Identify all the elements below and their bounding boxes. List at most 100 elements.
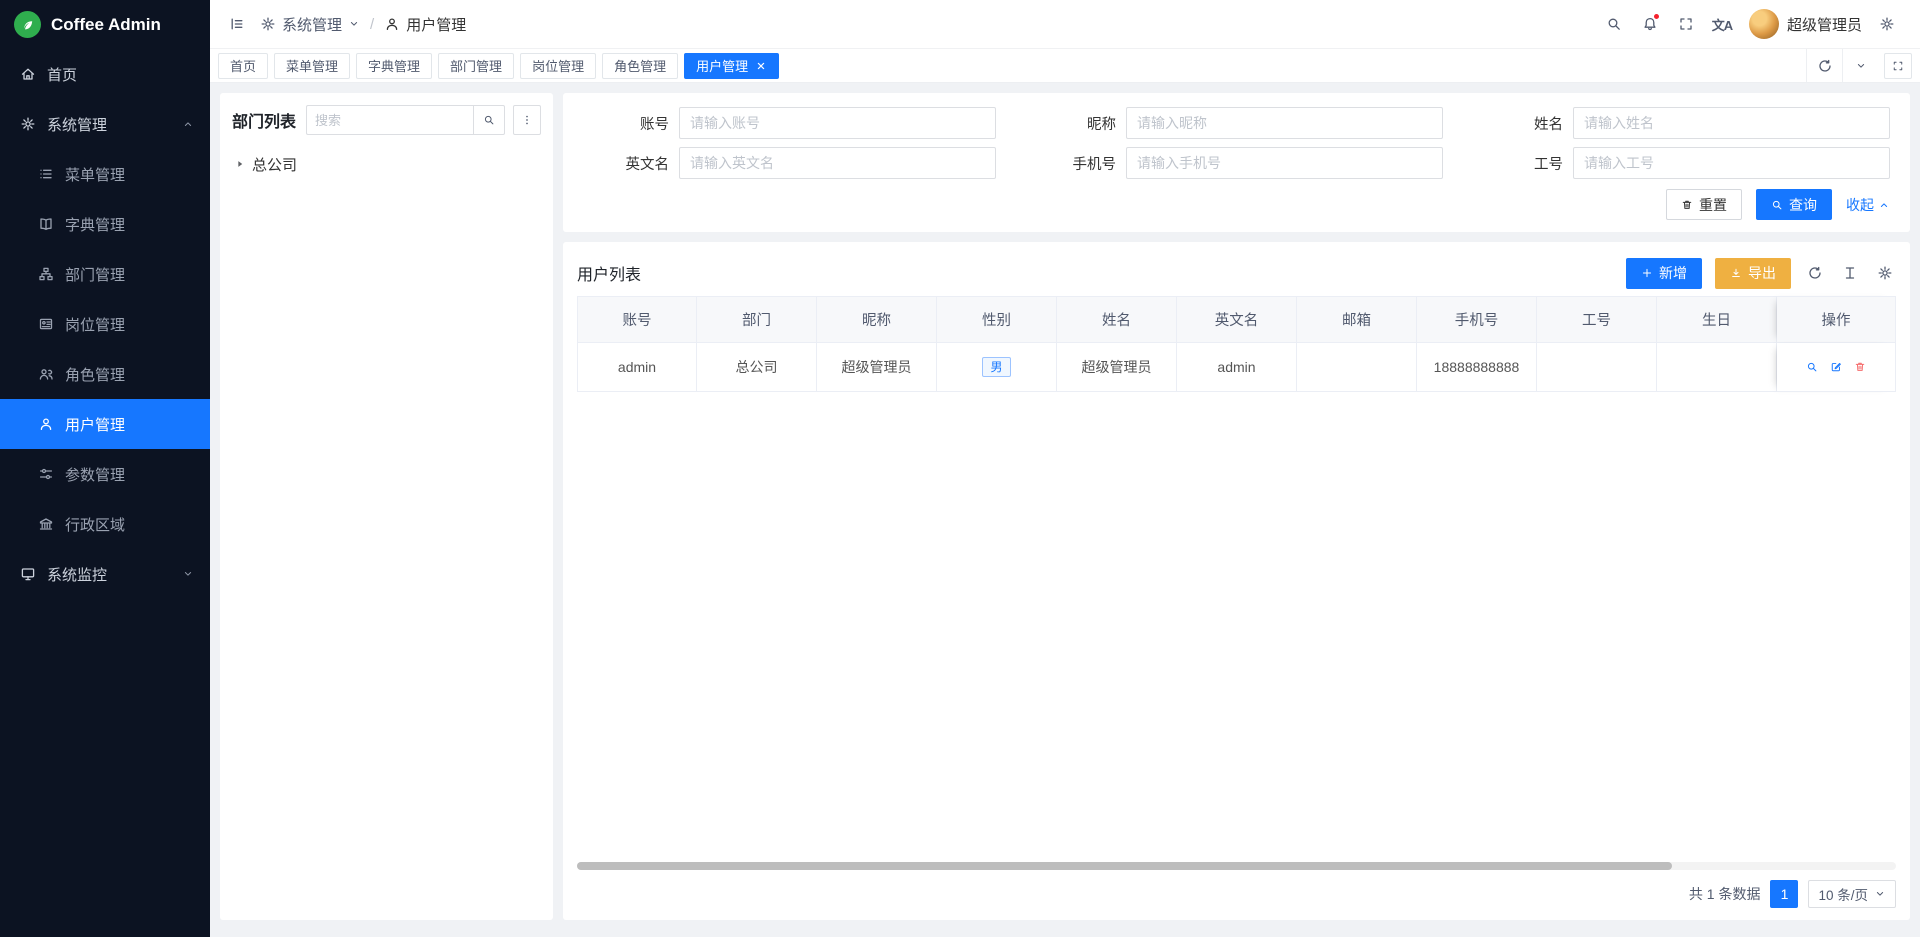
column-settings-button[interactable]	[1874, 265, 1896, 281]
fullscreen-button[interactable]	[1669, 7, 1703, 41]
content-fullscreen-button[interactable]	[1884, 53, 1912, 79]
tree-expand-icon[interactable]	[234, 158, 246, 170]
page-button-1[interactable]: 1	[1770, 880, 1798, 908]
search-icon	[1606, 16, 1622, 32]
view-row-button[interactable]	[1806, 361, 1818, 373]
search-icon	[483, 114, 495, 126]
breadcrumb-system-management[interactable]: 系统管理	[260, 14, 360, 35]
sidebar-item-menu-management[interactable]: 菜单管理	[0, 149, 210, 199]
tab-menu-management[interactable]: 菜单管理	[274, 53, 350, 79]
sidebar-item-label: 系统监控	[47, 564, 107, 585]
tab-dept-management[interactable]: 部门管理	[438, 53, 514, 79]
current-username[interactable]: 超级管理员	[1787, 14, 1862, 35]
scrollbar-thumb[interactable]	[577, 862, 1672, 870]
tab-close-icon[interactable]	[755, 60, 767, 72]
work-no-input[interactable]	[1573, 147, 1890, 179]
page-size-select[interactable]: 10 条/页	[1808, 880, 1896, 908]
query-button[interactable]: 查询	[1756, 189, 1832, 220]
sidebar-item-dict-management[interactable]: 字典管理	[0, 199, 210, 249]
settings-button[interactable]	[1870, 7, 1904, 41]
notification-dot	[1653, 13, 1660, 20]
department-search-button[interactable]	[473, 105, 505, 135]
sidebar-menu: 首页 系统管理 菜单管理 字典管理 部门管理 岗位管理 角色管理	[0, 49, 210, 937]
horizontal-scrollbar[interactable]	[577, 862, 1896, 870]
column-header: 生日	[1657, 296, 1777, 343]
menu-fold-icon	[229, 16, 245, 32]
collapse-sidebar-button[interactable]	[220, 7, 254, 41]
trash-icon	[1681, 199, 1693, 211]
edit-row-button[interactable]	[1830, 361, 1842, 373]
total-count-text: 共 1 条数据	[1689, 884, 1761, 904]
tab-role-management[interactable]: 角色管理	[602, 53, 678, 79]
gear-icon	[1877, 265, 1893, 281]
user-list-card: 用户列表 新增 导出	[563, 242, 1910, 920]
field-label: 工号	[1477, 153, 1573, 174]
refresh-tab-button[interactable]	[1806, 49, 1842, 82]
sidebar-item-user-management[interactable]: 用户管理	[0, 399, 210, 449]
tab-dict-management[interactable]: 字典管理	[356, 53, 432, 79]
add-user-button[interactable]: 新增	[1626, 258, 1702, 289]
cell-phone: 18888888888	[1417, 343, 1537, 392]
notifications-button[interactable]	[1633, 7, 1667, 41]
reset-button[interactable]: 重置	[1666, 189, 1742, 220]
cell-dept: 总公司	[697, 343, 817, 392]
sidebar-item-role-management[interactable]: 角色管理	[0, 349, 210, 399]
tab-label: 菜单管理	[286, 56, 338, 75]
sidebar-item-post-management[interactable]: 岗位管理	[0, 299, 210, 349]
tree-node-root[interactable]: 总公司	[232, 149, 541, 179]
sidebar-item-system-management[interactable]: 系统管理	[0, 99, 210, 149]
gear-icon	[1879, 16, 1895, 32]
tab-actions-button[interactable]	[1842, 49, 1878, 82]
cell-gender: 男	[937, 343, 1057, 392]
english-name-input[interactable]	[679, 147, 996, 179]
table-empty-space	[577, 392, 1896, 860]
user-list-title: 用户列表	[577, 261, 641, 285]
table-row[interactable]: admin 总公司 超级管理员 男 超级管理员 admin 1888888888…	[577, 343, 1896, 392]
row-height-button[interactable]	[1839, 265, 1861, 281]
sidebar-item-dept-management[interactable]: 部门管理	[0, 249, 210, 299]
field-label: 手机号	[1030, 153, 1126, 174]
breadcrumb-label: 系统管理	[282, 14, 342, 35]
app-logo[interactable]: Coffee Admin	[0, 0, 210, 49]
table-header-row: 账号 部门 昵称 性别 姓名 英文名 邮箱 手机号 工号 生日 操作	[577, 296, 1896, 343]
language-button[interactable]: 文A	[1705, 7, 1739, 41]
list-icon	[38, 166, 54, 182]
refresh-list-button[interactable]	[1804, 265, 1826, 281]
gender-tag: 男	[982, 357, 1010, 377]
tab-post-management[interactable]: 岗位管理	[520, 53, 596, 79]
chevron-up-icon	[182, 118, 194, 130]
more-vertical-icon	[521, 114, 533, 126]
tab-home[interactable]: 首页	[218, 53, 268, 79]
bank-icon	[38, 516, 54, 532]
nickname-input[interactable]	[1126, 107, 1443, 139]
user-icon	[384, 16, 400, 32]
global-search-button[interactable]	[1597, 7, 1631, 41]
sidebar-item-label: 用户管理	[65, 414, 125, 435]
name-input[interactable]	[1573, 107, 1890, 139]
sidebar-item-home[interactable]: 首页	[0, 49, 210, 99]
collapse-form-button[interactable]: 收起	[1846, 195, 1890, 215]
phone-input[interactable]	[1126, 147, 1443, 179]
caret-down-icon	[348, 18, 360, 30]
page-size-label: 10 条/页	[1818, 884, 1868, 904]
user-avatar[interactable]	[1749, 9, 1779, 39]
breadcrumb-user-management[interactable]: 用户管理	[384, 14, 466, 35]
monitor-icon	[20, 566, 36, 582]
sidebar-item-system-monitor[interactable]: 系统监控	[0, 549, 210, 599]
sidebar-item-region-management[interactable]: 行政区域	[0, 499, 210, 549]
breadcrumb-separator: /	[370, 16, 374, 33]
search-form: 账号 昵称 姓名 英文名	[583, 107, 1890, 179]
sidebar-item-label: 岗位管理	[65, 314, 125, 335]
sidebar-item-label: 参数管理	[65, 464, 125, 485]
tab-user-management[interactable]: 用户管理	[684, 53, 779, 79]
department-more-button[interactable]	[513, 105, 541, 135]
department-search-input[interactable]	[306, 105, 473, 135]
export-button[interactable]: 导出	[1715, 258, 1791, 289]
cell-name: 超级管理员	[1057, 343, 1177, 392]
sidebar-item-param-management[interactable]: 参数管理	[0, 449, 210, 499]
account-input[interactable]	[679, 107, 996, 139]
topbar-actions: 文A 超级管理员	[1597, 7, 1904, 41]
delete-row-button[interactable]	[1854, 361, 1866, 373]
field-name: 姓名	[1477, 107, 1890, 139]
sidebar-item-label: 菜单管理	[65, 164, 125, 185]
